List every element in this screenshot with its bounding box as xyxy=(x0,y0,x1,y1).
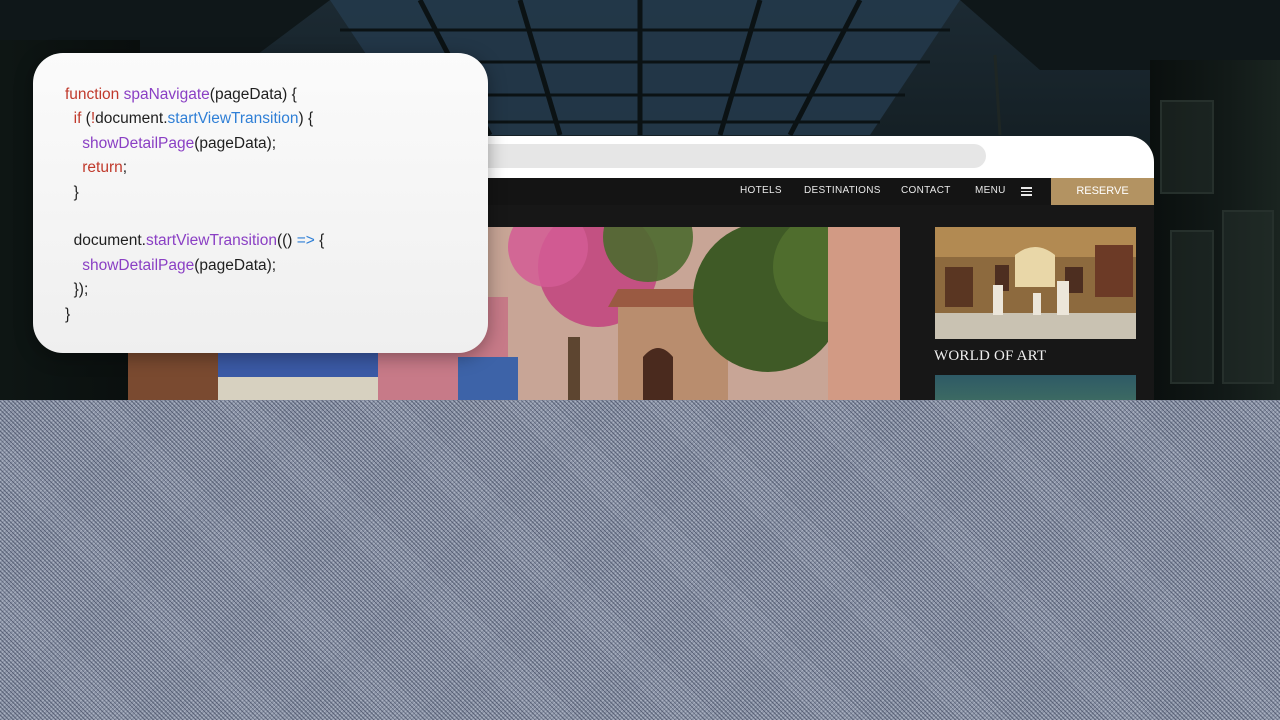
code-line: function spaNavigate(pageData) { xyxy=(65,83,324,107)
code-token: ( xyxy=(81,110,91,128)
code-line: } xyxy=(65,181,324,205)
code-block: function spaNavigate(pageData) { if (!do… xyxy=(65,83,324,327)
code-token: return xyxy=(82,159,123,177)
code-token: document. xyxy=(95,110,168,128)
code-line: }); xyxy=(65,278,324,302)
hamburger-icon[interactable] xyxy=(1021,187,1032,196)
window-pane xyxy=(1160,100,1214,194)
nav-link-destinations[interactable]: DESTINATIONS xyxy=(804,185,881,196)
code-snippet-card: function spaNavigate(pageData) { if (!do… xyxy=(33,53,488,353)
code-token: showDetailPage xyxy=(82,256,195,274)
reserve-button[interactable]: RESERVE xyxy=(1051,178,1154,205)
code-token: ) { xyxy=(298,110,314,128)
code-line: showDetailPage(pageData); xyxy=(65,254,324,278)
code-token: }); xyxy=(65,281,89,299)
code-token: document. xyxy=(65,232,146,250)
code-token: spaNavigate xyxy=(123,86,210,103)
code-token: (() xyxy=(276,232,297,250)
window-pane xyxy=(1170,230,1214,384)
code-token: } xyxy=(65,305,71,323)
window-pane xyxy=(1222,210,1274,384)
card-title[interactable]: WORLD OF ART xyxy=(934,348,1046,365)
code-token: (pageData) { xyxy=(209,86,297,103)
code-token: => xyxy=(296,232,315,250)
code-token: function xyxy=(65,86,124,103)
address-bar[interactable] xyxy=(468,144,986,168)
code-token: showDetailPage xyxy=(82,134,195,152)
card-image[interactable] xyxy=(935,375,1136,400)
nav-link-menu[interactable]: MENU xyxy=(975,185,1006,196)
code-line: if (!document.startViewTransition) { xyxy=(65,107,324,131)
code-token: } xyxy=(65,183,79,201)
code-line: document.startViewTransition(() => { xyxy=(65,229,325,253)
pixelated-area xyxy=(0,400,1280,720)
code-token: (pageData); xyxy=(194,256,277,274)
code-token: startViewTransition xyxy=(146,232,277,250)
code-token: (pageData); xyxy=(194,134,277,152)
code-line: } xyxy=(65,303,324,327)
nav-link-contact[interactable]: CONTACT xyxy=(901,185,951,196)
code-token: ; xyxy=(122,159,128,177)
code-line: return; xyxy=(65,156,324,180)
code-line: showDetailPage(pageData); xyxy=(65,132,324,156)
code-token: startViewTransition xyxy=(167,110,299,128)
world-of-art-image[interactable] xyxy=(935,227,1136,339)
code-token: { xyxy=(314,232,325,250)
nav-link-hotels[interactable]: HOTELS xyxy=(740,185,782,196)
